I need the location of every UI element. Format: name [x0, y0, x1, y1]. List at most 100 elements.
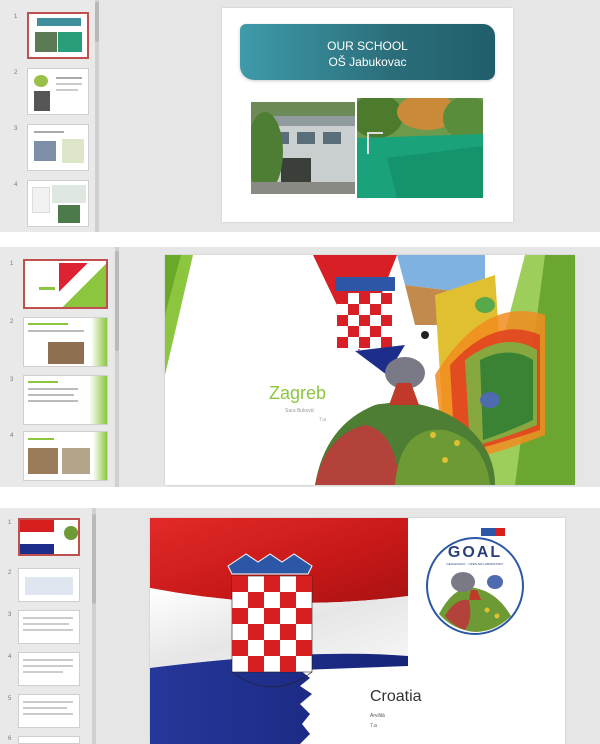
thumb-text: [28, 381, 58, 383]
slide-subtitle-2: 7.a: [319, 417, 326, 423]
slide-thumbnail-4[interactable]: [27, 180, 89, 227]
thumb-text: [34, 131, 64, 133]
thumb-logo: [34, 75, 48, 87]
thumb-photo: [48, 342, 84, 364]
croatian-flag-image: [150, 518, 408, 744]
slide-number: 4: [8, 654, 12, 660]
slide-number: 4: [14, 182, 18, 188]
thumb-text: [28, 400, 78, 402]
thumb-map: [52, 185, 86, 203]
thumb-text: [23, 617, 73, 619]
slide-background-art: [165, 255, 575, 485]
slide-thumbnail-5[interactable]: [18, 694, 80, 728]
main-slide[interactable]: OUR SCHOOL OŠ Jabukovac: [222, 8, 513, 222]
slide-subtitle: Sara Buković: [285, 408, 315, 414]
goal-logo-emblem: [426, 528, 524, 635]
slide-number: 1: [14, 14, 18, 20]
scrollbar-thumb[interactable]: [92, 514, 96, 604]
thumb-photo: [62, 448, 90, 474]
thumb-text: [32, 187, 50, 213]
slide-thumbnail-3[interactable]: [27, 124, 89, 171]
thumb-accent: [91, 318, 107, 366]
thumb-text: [23, 665, 73, 667]
slide-thumbnail-pane[interactable]: 1 2 3 4: [0, 0, 95, 232]
slide-number: 2: [10, 319, 14, 325]
goal-logo-subtext: GEOGRAPHY · OPEN AIR LABORATORY: [446, 562, 504, 566]
thumb-photo: [28, 448, 58, 474]
thumb-text: [56, 89, 78, 91]
thumb-text: [56, 77, 82, 79]
slide-title-line2: OŠ Jabukovac: [328, 55, 407, 69]
slide-number: 3: [14, 126, 18, 132]
slide-thumbnail-3[interactable]: [23, 375, 108, 425]
thumb-flag: [20, 532, 54, 544]
thumbnail-scrollbar[interactable]: [92, 508, 96, 744]
thumb-text: [23, 629, 73, 631]
slide-number: 2: [8, 570, 12, 576]
thumb-text: [23, 713, 73, 715]
thumb-title: [39, 287, 55, 290]
title-banner: OUR SCHOOL OŠ Jabukovac: [240, 24, 495, 80]
slide-number: 6: [8, 736, 12, 742]
scrollbar-thumb[interactable]: [95, 2, 99, 42]
thumb-collage: [59, 263, 106, 307]
main-slide[interactable]: GOAL GEOGRAPHY · OPEN AIR LABORATORY Cro…: [150, 518, 565, 744]
thumb-text: [28, 438, 54, 440]
thumb-text: [23, 623, 69, 625]
slide-thumbnail-3[interactable]: [18, 610, 80, 644]
slide-number: 3: [8, 612, 12, 618]
thumb-photo: [34, 91, 50, 111]
thumb-text: [23, 707, 67, 709]
thumb-text: [28, 323, 68, 325]
slide-thumbnail-1[interactable]: [18, 518, 80, 556]
presentation-window-1: 1 2 3 4 OUR SCHOOL OŠ Jabukovac: [0, 0, 600, 232]
thumb-map: [25, 577, 73, 595]
thumb-text: [28, 330, 84, 332]
goal-logo-text: GOAL: [447, 544, 503, 561]
thumb-text: [23, 701, 73, 703]
slide-number: 3: [10, 377, 14, 383]
slide-thumbnail-6[interactable]: [18, 736, 80, 744]
slide-title: Croatia: [370, 688, 422, 705]
thumb-photo: [35, 32, 57, 52]
slide-thumbnail-4[interactable]: [23, 431, 108, 481]
slide-thumbnail-2[interactable]: [18, 568, 80, 602]
slide-subtitle: Arvililá: [370, 713, 385, 719]
thumb-text: [28, 388, 78, 390]
slide-thumbnail-1[interactable]: [23, 259, 108, 309]
playground-photo: [357, 98, 483, 198]
thumb-banner: [37, 18, 81, 26]
main-slide[interactable]: Zagreb Sara Buković 7.a: [165, 255, 575, 485]
slide-thumbnail-4[interactable]: [18, 652, 80, 686]
slide-thumbnail-1[interactable]: [27, 12, 89, 59]
presentation-window-2: 1 2 3 4 Zagreb Sara Buković 7.a: [0, 247, 600, 487]
slide-title-line1: OUR SCHOOL: [327, 39, 408, 53]
slide-thumbnail-pane[interactable]: 1 2 3 4: [0, 247, 113, 487]
thumb-photo: [58, 205, 80, 223]
slide-number: 2: [14, 70, 18, 76]
slide-title: Zagreb: [269, 383, 327, 403]
thumb-map: [62, 139, 84, 163]
thumb-text: [23, 671, 63, 673]
slide-number: 1: [10, 261, 14, 267]
slide-subtitle-2: 7.a: [370, 723, 377, 729]
slide-number: 4: [10, 433, 14, 439]
thumbnail-scrollbar[interactable]: [115, 247, 119, 487]
slide-thumbnail-pane[interactable]: 1 2 3 4 5 6: [0, 508, 92, 744]
goal-logo: GOAL GEOGRAPHY · OPEN AIR LABORATORY: [425, 524, 525, 644]
thumb-text: [28, 394, 74, 396]
thumb-text: [23, 659, 73, 661]
thumb-photo: [34, 141, 56, 161]
school-building-photo: [251, 102, 355, 194]
thumb-text: [56, 83, 82, 85]
slide-number: 1: [8, 520, 12, 526]
slide-thumbnail-2[interactable]: [27, 68, 89, 115]
thumbnail-scrollbar[interactable]: [95, 0, 99, 232]
thumb-accent: [93, 432, 107, 480]
scrollbar-thumb[interactable]: [115, 251, 119, 351]
slide-number: 5: [8, 696, 12, 702]
thumb-accent: [89, 376, 107, 424]
thumb-photo: [58, 32, 82, 52]
slide-thumbnail-2[interactable]: [23, 317, 108, 367]
thumb-logo: [64, 526, 78, 540]
